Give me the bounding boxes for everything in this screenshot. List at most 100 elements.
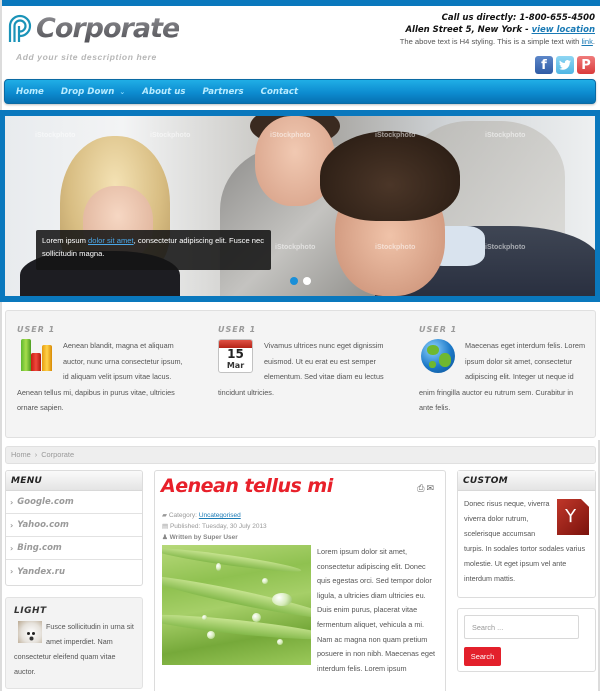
contact-note: The above text is H4 styling. This is a …	[400, 36, 595, 47]
published-text: Published: Tuesday, 30 July 2013	[169, 523, 267, 530]
custom-body: Donec risus neque, viverra viverra dolor…	[458, 491, 595, 591]
menu-item-yahoo[interactable]: › Yahoo.com	[6, 514, 142, 537]
breadcrumb-current: Corporate	[41, 450, 75, 459]
chevron-right-icon: ›	[10, 520, 14, 530]
light-title: LIGHT	[14, 606, 47, 616]
menu-item-label: Google.com	[17, 497, 74, 507]
slider-pagination	[290, 277, 311, 285]
water-drop	[277, 639, 283, 645]
feature-block: USER 1 Aenean blandit, magna et aliquam …	[17, 325, 185, 416]
watermark: iStockphoto	[375, 132, 416, 139]
social-links: f P	[535, 56, 595, 74]
search-input[interactable]	[464, 615, 579, 639]
article-image	[162, 545, 311, 665]
breadcrumb-separator: ›	[34, 450, 38, 459]
email-icon[interactable]: ✉	[426, 483, 434, 494]
menu-title: MENU	[6, 471, 142, 491]
feature-title: USER 1	[419, 325, 458, 334]
nav-label: Partners	[202, 86, 244, 97]
site-logo[interactable]: Corporate	[6, 14, 180, 44]
menu-item-bing[interactable]: › Bing.com	[6, 537, 142, 560]
bar	[42, 345, 52, 371]
calendar-month: Mar	[226, 361, 245, 370]
address-text: Allen Street 5, New York -	[405, 25, 532, 35]
watermark: iStockphoto	[35, 132, 76, 139]
nav-label: Drop Down	[60, 86, 115, 97]
features-section: USER 1 Aenean blandit, magna et aliquam …	[5, 310, 596, 438]
chevron-right-icon: ›	[10, 543, 14, 553]
nav-home[interactable]: Home	[16, 87, 44, 97]
caption-link[interactable]: dolor sit amet	[88, 236, 134, 245]
calendar: 15 Mar	[218, 339, 253, 373]
site-tagline: Add your site description here	[16, 52, 157, 62]
article-actions: ⎙ ✉	[417, 483, 434, 494]
folder-icon: ▰	[162, 512, 169, 519]
menu-item-yandex[interactable]: › Yandex.ru	[6, 560, 142, 583]
watermark: iStockphoto	[270, 132, 311, 139]
calendar-day: 15	[227, 347, 244, 361]
logo-mark-icon	[8, 14, 32, 42]
category-label: Category:	[168, 512, 199, 519]
twitter-icon[interactable]	[556, 56, 574, 74]
breadcrumb: Home › Corporate	[5, 446, 596, 464]
grass-blade	[162, 610, 311, 644]
water-drop	[272, 593, 292, 606]
light-module: LIGHT Fusce sollicitudin in urna sit ame…	[5, 597, 143, 689]
facebook-icon[interactable]: f	[535, 56, 553, 74]
article-title[interactable]: Aenean tellus mi	[161, 475, 333, 497]
header-contact: Call us directly: 1-800-655-4500 Allen S…	[400, 12, 595, 47]
article-body: Lorem ipsum dolor sit amet, consectetur …	[317, 547, 436, 673]
slide-dot-2[interactable]	[303, 277, 311, 285]
watermark: iStockphoto	[375, 244, 416, 251]
nav-label: Home	[16, 86, 44, 97]
menu-item-label: Yandex.ru	[17, 566, 66, 577]
bar	[31, 353, 41, 371]
category-link[interactable]: Uncategorised	[199, 512, 241, 519]
grass-blade	[162, 545, 302, 576]
feature-title: USER 1	[17, 325, 56, 334]
slide-dot-1[interactable]	[290, 277, 298, 285]
feature-block: USER 1 Maecenas eget interdum felis. Lor…	[419, 325, 587, 416]
chevron-right-icon: ›	[10, 567, 14, 576]
globe	[421, 339, 455, 373]
continent	[427, 345, 439, 355]
globe-icon	[419, 339, 459, 375]
nav-label: Contact	[260, 86, 299, 97]
continent	[429, 361, 436, 368]
contact-phone: Call us directly: 1-800-655-4500	[441, 13, 595, 23]
breadcrumb-home[interactable]: Home	[11, 450, 31, 459]
water-drop	[216, 563, 221, 571]
water-drop	[252, 613, 261, 622]
pinterest-icon[interactable]: P	[577, 56, 595, 74]
nav-drop-down[interactable]: Drop Down ⌄	[61, 87, 125, 97]
search-button[interactable]: Search	[464, 647, 501, 666]
custom-module: CUSTOM Donec risus neque, viverra viverr…	[457, 470, 596, 598]
print-icon[interactable]: ⎙	[417, 483, 424, 494]
nav-partners[interactable]: Partners	[202, 87, 243, 97]
custom-title: CUSTOM	[458, 471, 595, 491]
nav-about-us[interactable]: About us	[142, 87, 185, 97]
article: Aenean tellus mi ⎙ ✉ ▰ Category: Uncateg…	[154, 470, 446, 691]
slide-caption: Lorem ipsum dolor sit amet, consectetur …	[36, 230, 271, 270]
nav-label: About us	[142, 86, 186, 97]
nav-contact[interactable]: Contact	[261, 87, 298, 97]
main-nav: Home Drop Down ⌄ About us Partners Contac…	[4, 79, 596, 104]
watermark: iStockphoto	[485, 132, 526, 139]
page-border	[0, 0, 2, 691]
chevron-down-icon: ⌄	[119, 87, 126, 96]
menu-item-google[interactable]: › Google.com	[6, 491, 142, 514]
pdf-icon[interactable]	[557, 499, 589, 535]
note-link[interactable]: link	[581, 37, 592, 46]
menu-module: MENU › Google.com › Yahoo.com › Bing.com › Y…	[5, 470, 143, 586]
water-drop	[202, 615, 207, 620]
author-text: Written by Super User	[169, 534, 238, 541]
bar	[21, 339, 31, 371]
search-module: Search	[457, 608, 596, 672]
article-author: ♟ Written by Super User	[162, 533, 238, 541]
continent	[439, 353, 451, 367]
puppy-thumbnail	[18, 621, 42, 643]
menu-item-label: Bing.com	[17, 543, 62, 553]
article-category: ▰ Category: Uncategorised	[162, 511, 241, 519]
view-location-link[interactable]: view location	[532, 25, 595, 35]
water-drop	[262, 578, 268, 584]
